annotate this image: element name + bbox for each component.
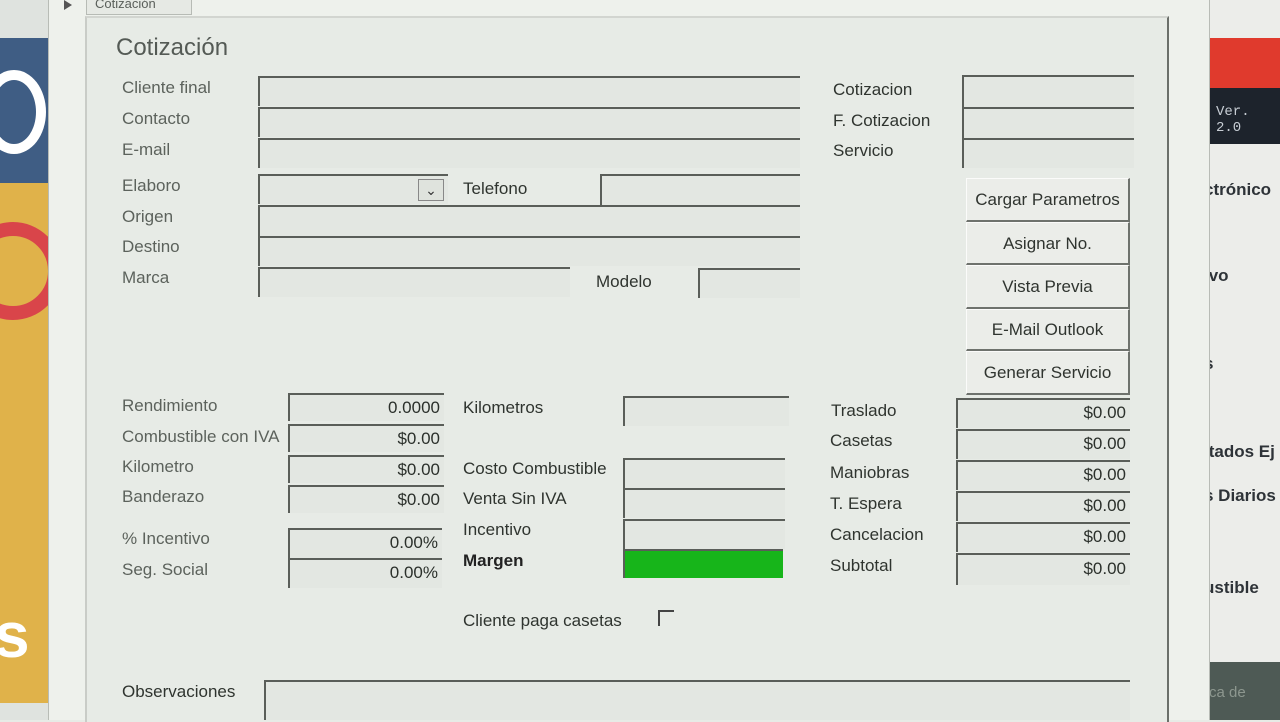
costo-combustible-input[interactable] [623, 458, 785, 488]
background-app-left: s [0, 0, 48, 720]
kilometros-input[interactable] [623, 396, 789, 426]
page-title: Cotización [116, 34, 229, 61]
seg-social-input[interactable]: 0.00% [288, 558, 442, 588]
elaboro-label: Elaboro [122, 176, 181, 195]
costo-combustible-label: Costo Combustible [463, 459, 607, 478]
background-footer-text: rca de [1208, 684, 1246, 701]
contacto-input[interactable] [258, 107, 800, 137]
marca-label: Marca [122, 268, 170, 287]
background-menu-item[interactable]: ustible [1208, 578, 1259, 598]
kilometro-input[interactable]: $0.00 [288, 455, 444, 483]
tab-cotizacion[interactable]: Cotización [86, 0, 192, 15]
cliente-final-label: Cliente final [122, 78, 211, 97]
cotizacion-label: Cotizacion [833, 80, 913, 99]
incentivo-label: Incentivo [463, 520, 532, 539]
observaciones-textarea[interactable] [264, 680, 1130, 720]
email-label: E-mail [122, 140, 171, 159]
generar-servicio-button[interactable]: Generar Servicio [966, 351, 1130, 395]
destino-label: Destino [122, 237, 180, 256]
subtotal-label: Subtotal [830, 556, 893, 575]
incentivo-percent-label: % Incentivo [122, 529, 210, 548]
incentivo-input[interactable] [623, 519, 785, 549]
t-espera-input[interactable]: $0.00 [956, 491, 1130, 521]
cancelacion-input[interactable]: $0.00 [956, 522, 1130, 552]
t-espera-label: T. Espera [830, 494, 902, 513]
email-input[interactable] [258, 138, 800, 168]
banderazo-label: Banderazo [122, 487, 205, 506]
chevron-down-icon[interactable]: ⌄ [418, 179, 444, 201]
maniobras-input[interactable]: $0.00 [956, 460, 1130, 490]
background-red-bar [1208, 38, 1280, 88]
cancelacion-label: Cancelacion [830, 525, 924, 544]
servicio-input[interactable] [962, 138, 1134, 168]
f-cotizacion-input[interactable] [962, 107, 1134, 139]
vista-previa-button[interactable]: Vista Previa [966, 265, 1130, 309]
cliente-paga-casetas-checkbox[interactable] [658, 610, 674, 626]
margen-indicator [623, 549, 783, 578]
cotizacion-input[interactable] [962, 75, 1134, 107]
seg-social-label: Seg. Social [122, 560, 208, 579]
traslado-input[interactable]: $0.00 [956, 398, 1130, 428]
background-menu-item[interactable]: s Diarios [1208, 486, 1276, 506]
cliente-final-input[interactable] [258, 76, 800, 106]
subtotal-input[interactable]: $0.00 [956, 553, 1130, 585]
background-app-right: Ver. 2.0 ctrónico ivo s ltados Ej s Diar… [1208, 0, 1280, 720]
contacto-label: Contacto [122, 109, 191, 128]
kilometro-label: Kilometro [122, 457, 194, 476]
background-red-ring [0, 222, 48, 320]
margen-label: Margen [463, 551, 524, 570]
venta-sin-iva-label: Venta Sin IVA [463, 489, 567, 508]
origen-label: Origen [122, 207, 174, 226]
casetas-label: Casetas [830, 431, 893, 450]
servicio-label: Servicio [833, 141, 894, 160]
casetas-input[interactable]: $0.00 [956, 429, 1130, 459]
cliente-paga-casetas-label: Cliente paga casetas [463, 611, 622, 630]
maniobras-label: Maniobras [830, 463, 910, 482]
combustible-con-iva-label: Combustible con IVA [122, 427, 280, 446]
banderazo-input[interactable]: $0.00 [288, 485, 444, 513]
background-menu-item[interactable]: ivo [1208, 266, 1229, 286]
modelo-input[interactable] [698, 268, 800, 298]
rendimiento-input[interactable]: 0.0000 [288, 393, 444, 421]
email-outlook-button[interactable]: E-Mail Outlook [966, 309, 1130, 351]
cargar-parametros-button[interactable]: Cargar Parametros [966, 178, 1130, 222]
telefono-input[interactable] [600, 174, 800, 206]
origen-input[interactable] [258, 205, 800, 237]
incentivo-percent-input[interactable]: 0.00% [288, 528, 442, 558]
kilometros-label: Kilometros [463, 398, 544, 417]
background-letter-glyph: s [0, 599, 30, 671]
destino-input[interactable] [258, 236, 800, 266]
traslado-label: Traslado [831, 401, 897, 420]
telefono-label: Telefono [463, 179, 528, 198]
rendimiento-label: Rendimiento [122, 396, 218, 415]
modelo-label: Modelo [596, 272, 652, 291]
tab-arrow-icon [64, 0, 72, 10]
marca-input[interactable] [258, 267, 570, 297]
asignar-no-button[interactable]: Asignar No. [966, 222, 1130, 265]
version-label: Ver. 2.0 [1216, 104, 1250, 136]
observaciones-label: Observaciones [122, 682, 236, 701]
background-menu-item[interactable]: ctrónico [1208, 180, 1271, 200]
background-menu-item[interactable]: ltados Ej [1208, 442, 1275, 462]
combustible-con-iva-input[interactable]: $0.00 [288, 424, 444, 452]
f-cotizacion-label: F. Cotizacion [833, 111, 931, 130]
venta-sin-iva-input[interactable] [623, 488, 785, 518]
